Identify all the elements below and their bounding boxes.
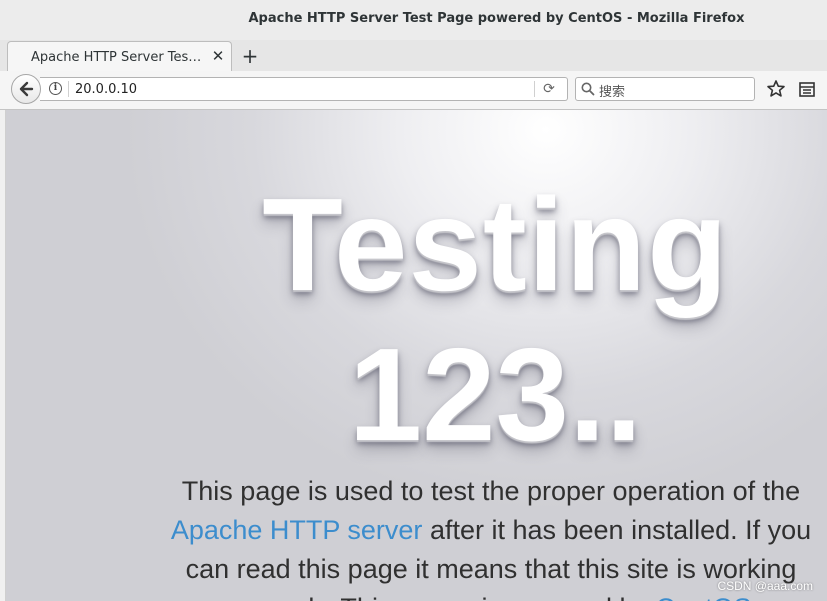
centos-link[interactable]: CentOS [656,593,752,601]
info-icon[interactable]: i [49,82,62,95]
back-button[interactable] [11,74,41,104]
library-icon[interactable] [798,80,816,98]
para-text-3: properly. This server is powered by [230,593,648,601]
tab-title: Apache HTTP Server Tes… [31,50,202,65]
window-title: Apache HTTP Server Test Page powered by … [248,11,745,26]
hero-123: 123.. [348,321,643,468]
firefox-window: Apache HTTP Server Test Page powered by … [0,0,827,601]
tab-apache-test-page[interactable]: Apache HTTP Server Tes… ✕ [7,41,232,71]
url-text[interactable]: 20.0.0.10 [75,82,137,97]
reload-separator [534,81,535,97]
url-separator [68,81,69,97]
tab-strip: Apache HTTP Server Tes… ✕ + [0,40,827,72]
reload-icon[interactable]: ⟳ [541,81,557,97]
tab-close-icon[interactable]: ✕ [210,47,226,65]
hero-testing: Testing [262,171,729,318]
new-tab-button[interactable]: + [238,45,262,67]
page-content: Testing 123.. This page is used to test … [6,110,827,601]
apache-http-server-link[interactable]: Apache HTTP server [171,515,423,545]
search-icon [581,82,595,96]
star-icon[interactable] [766,79,786,99]
navigation-bar: i 20.0.0.10 ⟳ 搜索 [0,71,827,110]
back-arrow-icon [19,81,34,97]
search-placeholder: 搜索 [599,85,626,100]
search-bar[interactable]: 搜索 [575,77,755,101]
para-text-1: This page is used to test the proper ope… [181,476,801,506]
watermark: CSDN @aaa.com [717,579,813,593]
url-bar[interactable]: i 20.0.0.10 ⟳ [40,77,568,101]
title-bar: Apache HTTP Server Test Page powered by … [0,0,827,40]
